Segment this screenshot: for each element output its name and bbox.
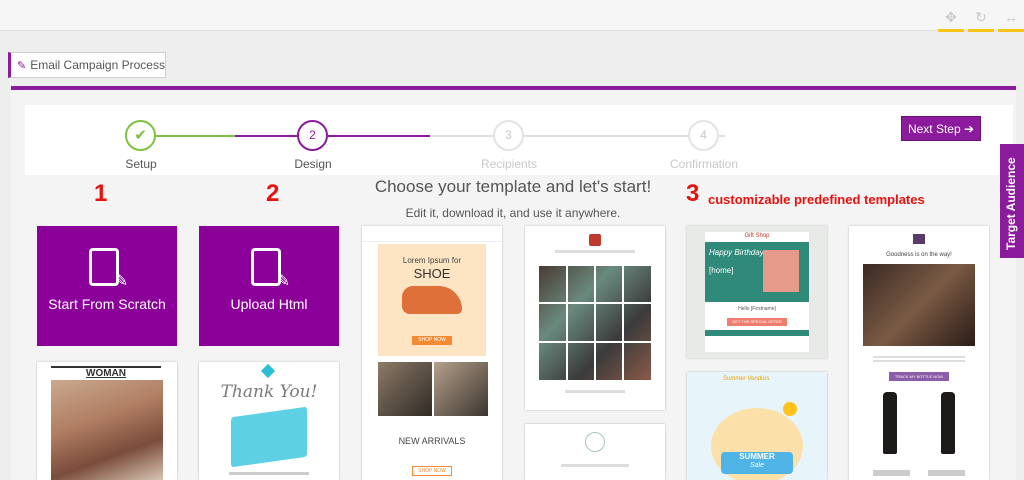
step-design-circle[interactable]: 2 <box>297 120 328 151</box>
upload-html-label: Upload Html <box>230 296 308 312</box>
template-wine-hero <box>863 264 975 346</box>
template-shoe-cta: SHOP NOW <box>412 336 452 345</box>
template-wine-bottle-right <box>941 392 955 454</box>
step-line-pending <box>430 135 725 137</box>
template-thank-you-text <box>229 472 309 475</box>
template-photo-grid-footer <box>565 390 625 393</box>
upload-html-button[interactable]: Upload Html <box>199 226 339 346</box>
template-shoe-image <box>402 286 462 314</box>
top-toolbar: ✥ ↻ ↔ <box>0 0 1024 32</box>
template-wine-cta: TRACK MY BOTTLE NOW <box>889 372 949 381</box>
step-confirmation-label: Confirmation <box>669 157 739 171</box>
wizard-stepper: ✔ Setup 2 Design 3 Recipients 4 Confirma… <box>25 105 1013 175</box>
target-audience-tab[interactable]: Target Audience <box>1000 144 1024 258</box>
annotation-3: 3 <box>686 180 700 207</box>
page-title: Choose your template and let's start! <box>374 177 652 196</box>
step-recipients-label: Recipients <box>480 157 538 171</box>
template-summer-title: SUMMER <box>739 452 775 461</box>
document-edit-icon <box>251 248 290 291</box>
template-birthday-tag: [home] <box>709 266 734 275</box>
step-confirmation-circle[interactable]: 4 <box>688 120 719 151</box>
step-recipients-circle[interactable]: 3 <box>493 120 524 151</box>
step-setup-circle[interactable]: ✔ <box>125 120 156 151</box>
step-line-active <box>235 135 430 137</box>
template-birthday-cta: GET THE SPECIAL OFFER <box>727 318 787 326</box>
next-step-button[interactable]: Next Step ➔ <box>901 116 981 141</box>
template-wine-text <box>873 356 965 364</box>
refresh-icon[interactable]: ↻ <box>968 8 994 32</box>
template-thank-you-title: Thank You! <box>220 382 318 402</box>
annotation-1: 1 <box>94 180 108 207</box>
template-photo-grid-images <box>539 266 651 380</box>
template-minimal[interactable] <box>525 424 665 480</box>
template-birthday-gift <box>763 250 799 292</box>
template-woman-photo <box>51 380 163 480</box>
template-birthday-brand: Gift Shop <box>744 233 770 239</box>
fullscreen-icon[interactable]: ✥ <box>938 8 964 32</box>
template-thank-you[interactable]: Thank You! <box>199 362 339 480</box>
template-shoe-headline: Lorem Ipsum for <box>402 256 462 265</box>
target-audience-label: Target Audience <box>1004 157 1018 250</box>
template-birthday-title: Happy Birthday <box>709 248 764 257</box>
template-birthday[interactable]: Gift Shop Happy Birthday [home] Hello [F… <box>687 226 827 358</box>
template-summer-sub: Sale <box>749 462 764 469</box>
template-woman-title: WOMAN <box>51 366 161 379</box>
document-edit-icon <box>89 248 128 291</box>
template-shoe-section: NEW ARRIVALS <box>398 436 466 446</box>
template-wine-buttons <box>873 470 965 476</box>
template-birthday-greeting: Hello [Firstname] <box>738 306 776 312</box>
template-summer-sun <box>783 402 797 416</box>
template-shoe-cta2: SHOP NOW <box>412 466 452 476</box>
template-summer-brand: Summer Vendors <box>723 376 770 382</box>
template-summer[interactable]: Summer Vendors SUMMER Sale <box>687 372 827 480</box>
template-minimal-nav <box>561 464 629 467</box>
template-birthday-footer <box>705 330 809 336</box>
page-subtitle: Edit it, download it, and use it anywher… <box>405 206 621 220</box>
template-wine[interactable]: Goodness is on the way! TRACK MY BOTTLE … <box>849 226 989 480</box>
template-wine-bottle-left <box>883 392 897 454</box>
template-thank-you-logo <box>260 363 276 379</box>
breadcrumb[interactable]: ✎ Email Campaign Process <box>8 52 166 78</box>
template-shoe-photo-left <box>378 362 432 416</box>
template-shoe[interactable]: Lorem Ipsum for SHOE SHOP NOW NEW ARRIVA… <box>362 226 502 480</box>
template-photo-grid[interactable] <box>525 226 665 410</box>
annotation-2: 2 <box>266 180 280 207</box>
template-photo-grid-nav <box>555 250 635 253</box>
pencil-icon: ✎ <box>17 60 27 72</box>
start-from-scratch-button[interactable]: Start From Scratch <box>37 226 177 346</box>
template-minimal-logo <box>585 432 605 452</box>
template-shoe-photo-right <box>434 362 488 416</box>
breadcrumb-label: Email Campaign Process <box>30 58 165 72</box>
resize-icon[interactable]: ↔ <box>998 8 1024 32</box>
template-wine-tagline: Goodness is on the way! <box>886 252 952 258</box>
annotation-3-text: customizable predefined templates <box>708 192 925 207</box>
step-setup-label: Setup <box>125 157 157 171</box>
template-thank-you-box <box>231 406 307 468</box>
step-design-label: Design <box>294 157 332 171</box>
template-shoe-header <box>362 226 502 242</box>
start-from-scratch-label: Start From Scratch <box>48 296 166 312</box>
template-photo-grid-logo <box>589 234 601 246</box>
template-shoe-product: SHOE <box>413 266 451 281</box>
template-woman[interactable]: WOMAN <box>37 362 177 480</box>
template-wine-logo <box>913 234 925 244</box>
